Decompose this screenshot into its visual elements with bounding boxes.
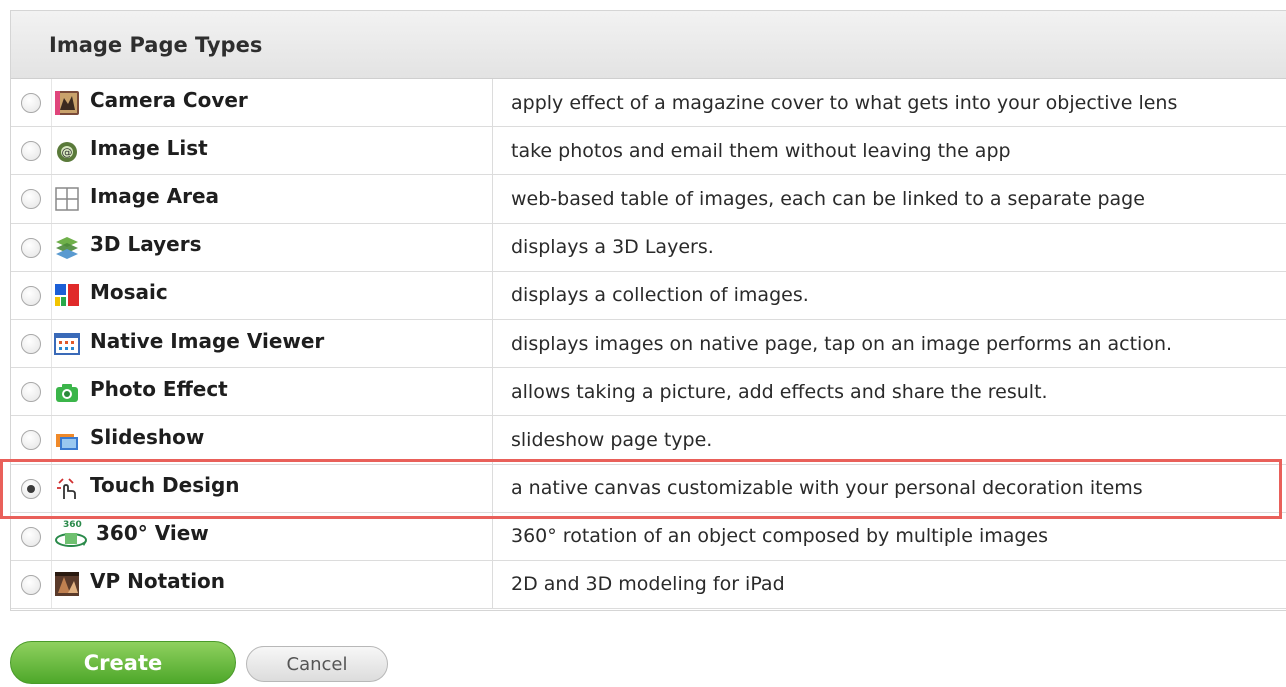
panel-header: Image Page Types: [11, 11, 1286, 79]
type-name: Image Area: [90, 183, 220, 208]
layers-icon: [54, 234, 80, 260]
image-page-types-panel: Image Page Types Camera Cover apply effec…: [10, 10, 1286, 611]
type-description: 360° rotation of an object composed by m…: [492, 512, 1286, 561]
radio-cell: [11, 464, 52, 513]
type-name-cell: Image Area: [51, 174, 493, 224]
table-row[interactable]: VP Notation 2D and 3D modeling for iPad: [11, 560, 1286, 610]
slideshow-icon: [54, 427, 80, 453]
type-name: 3D Layers: [90, 232, 202, 257]
table-row[interactable]: Native Image Viewer displays images on na…: [11, 319, 1286, 369]
type-name-cell: Slideshow: [51, 415, 493, 465]
touch-gesture-icon: [54, 475, 80, 501]
vp-notation-icon: [54, 571, 80, 597]
grid-icon: [54, 186, 80, 212]
radio-cell: [11, 223, 52, 272]
image-list-icon: @: [54, 138, 80, 164]
type-name-cell: 3D Layers: [51, 223, 493, 272]
table-row[interactable]: Slideshow slideshow page type.: [11, 415, 1286, 465]
type-name: Image List: [90, 135, 208, 160]
rotate-360-icon: 360: [54, 520, 88, 549]
table-row[interactable]: Camera Cover apply effect of a magazine c…: [11, 79, 1286, 128]
table-row[interactable]: 360 360° View 360° rotation of an object c…: [11, 512, 1286, 561]
type-description: displays a collection of images.: [492, 271, 1286, 320]
image-viewer-icon: [54, 331, 80, 357]
type-description: a native canvas customizable with your p…: [492, 464, 1286, 513]
radio-button[interactable]: [21, 285, 41, 306]
type-name-cell: Mosaic: [51, 271, 493, 320]
type-name-cell: Touch Design: [51, 464, 493, 513]
cancel-button[interactable]: Cancel: [246, 646, 388, 682]
type-name-cell: Photo Effect: [51, 367, 493, 417]
type-name: 360° View: [96, 521, 209, 546]
radio-button[interactable]: [21, 574, 41, 595]
radio-button[interactable]: [21, 526, 41, 547]
type-name: Photo Effect: [90, 376, 228, 401]
type-name-cell: 360 360° View: [51, 512, 493, 561]
radio-cell: [11, 174, 52, 224]
radio-cell: [11, 367, 52, 417]
radio-button[interactable]: [21, 382, 41, 403]
radio-cell: [11, 126, 52, 176]
radio-button[interactable]: [21, 93, 41, 114]
type-name: Native Image Viewer: [90, 328, 325, 353]
table-row[interactable]: 3D Layers displays a 3D Layers.: [11, 223, 1286, 272]
type-name: Mosaic: [90, 280, 168, 305]
table-row[interactable]: Photo Effect allows taking a picture, add…: [11, 367, 1286, 417]
type-name: Touch Design: [90, 473, 240, 498]
radio-button[interactable]: [21, 237, 41, 258]
type-description: allows taking a picture, add effects and…: [492, 367, 1286, 417]
type-description: take photos and email them without leavi…: [492, 126, 1286, 176]
type-name-cell: Native Image Viewer: [51, 319, 493, 369]
icon-label: 360: [63, 520, 82, 531]
panel-title: Image Page Types: [49, 32, 263, 57]
svg-text:@: @: [62, 146, 73, 159]
camera-icon: [54, 379, 80, 405]
table-row[interactable]: Mosaic displays a collection of images.: [11, 271, 1286, 320]
type-description: slideshow page type.: [492, 415, 1286, 465]
page-types-table: Camera Cover apply effect of a magazine c…: [11, 79, 1286, 610]
type-description: displays a 3D Layers.: [492, 223, 1286, 272]
radio-cell: [11, 319, 52, 369]
type-name-cell: Camera Cover: [51, 79, 493, 128]
radio-cell: [11, 415, 52, 465]
radio-cell: [11, 560, 52, 610]
type-name-cell: @ Image List: [51, 126, 493, 176]
type-name: VP Notation: [90, 569, 226, 594]
create-button[interactable]: Create: [10, 641, 236, 684]
type-description: displays images on native page, tap on a…: [492, 319, 1286, 369]
type-description: web-based table of images, each can be l…: [492, 174, 1286, 224]
table-row[interactable]: Touch Design a native canvas customizable…: [11, 464, 1286, 513]
type-description: apply effect of a magazine cover to what…: [492, 79, 1286, 128]
radio-cell: [11, 512, 52, 561]
mosaic-icon: [54, 282, 80, 308]
type-description: 2D and 3D modeling for iPad: [492, 560, 1286, 610]
radio-button[interactable]: [21, 430, 41, 451]
table-row[interactable]: @ Image List take photos and email them wi…: [11, 126, 1286, 176]
table-row[interactable]: Image Area web-based table of images, eac…: [11, 174, 1286, 224]
type-name-cell: VP Notation: [51, 560, 493, 610]
camera-cover-icon: [54, 90, 80, 116]
radio-button[interactable]: [21, 478, 41, 499]
radio-cell: [11, 79, 52, 128]
radio-cell: [11, 271, 52, 320]
radio-button[interactable]: [21, 141, 41, 162]
radio-button[interactable]: [21, 334, 41, 355]
type-name: Slideshow: [90, 424, 205, 449]
radio-button[interactable]: [21, 189, 41, 210]
type-name: Camera Cover: [90, 87, 248, 112]
